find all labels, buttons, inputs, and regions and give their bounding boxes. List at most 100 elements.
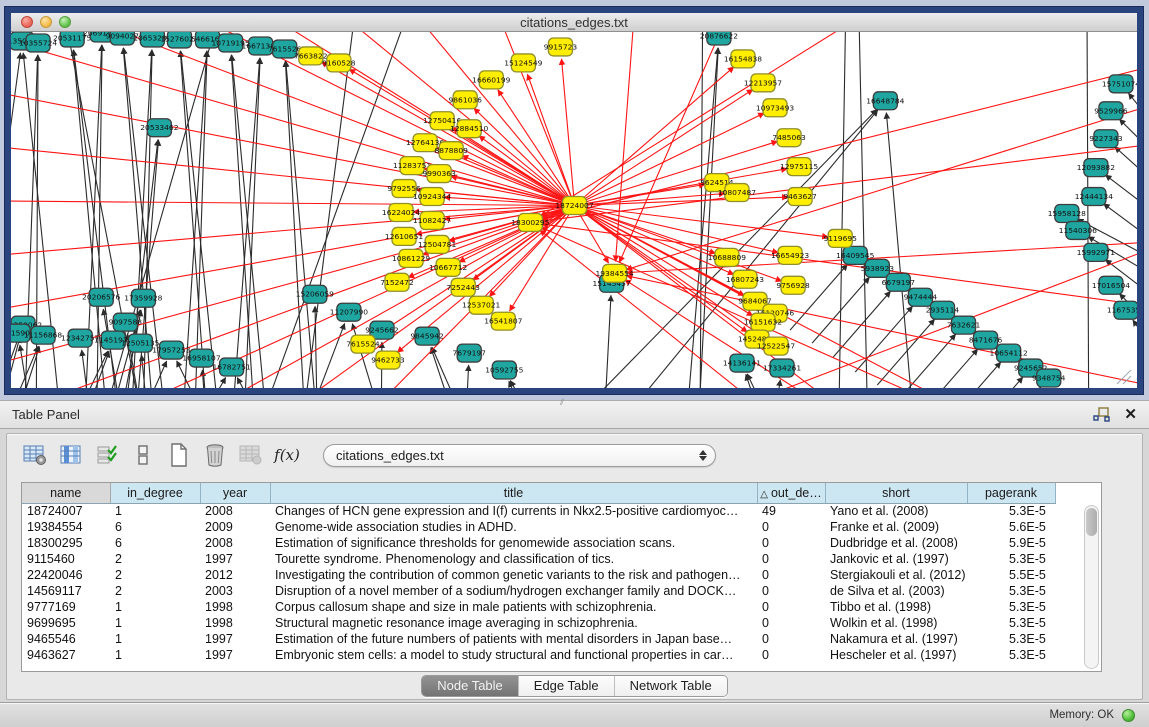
column-header-pagerank[interactable]: pagerank: [967, 483, 1055, 503]
table-cell[interactable]: 5.3E-5: [967, 503, 1055, 519]
table-cell[interactable]: Changes of HCN gene expression and I(f) …: [270, 503, 757, 519]
graph-node[interactable]: 11675350: [1107, 301, 1137, 319]
zoom-window-button[interactable]: [59, 16, 71, 28]
table-cell[interactable]: 0: [757, 519, 825, 535]
table-cell[interactable]: 2: [110, 583, 200, 599]
network-window-titlebar[interactable]: citations_edges.txt: [11, 13, 1137, 32]
table-scrollbar-thumb[interactable]: [1086, 508, 1097, 536]
graph-node[interactable]: 15958128: [1048, 205, 1086, 223]
graph-node[interactable]: 7252443: [446, 278, 480, 296]
table-cell[interactable]: 22420046: [22, 567, 110, 583]
network-window[interactable]: citations_edges.txt 11350061103557242053…: [5, 7, 1143, 394]
column-header-year[interactable]: year: [200, 483, 270, 503]
graph-node[interactable]: 12444134: [1075, 188, 1113, 206]
table-cell[interactable]: 0: [757, 647, 825, 663]
graph-node[interactable]: 16154838: [724, 50, 762, 68]
tab-network-table[interactable]: Network Table: [614, 676, 727, 696]
table-cell[interactable]: 2008: [200, 503, 270, 519]
table-cell[interactable]: Estimation of the future numbers of pati…: [270, 631, 757, 647]
table-cell[interactable]: 1998: [200, 599, 270, 615]
resize-grip-icon[interactable]: [1117, 370, 1131, 384]
graph-node[interactable]: 8878809: [434, 142, 468, 160]
table-row[interactable]: 969969511998Structural magnetic resonanc…: [22, 615, 1055, 631]
table-cell[interactable]: 0: [757, 631, 825, 647]
graph-node[interactable]: 7152472: [380, 273, 414, 291]
table-cell[interactable]: Structural magnetic resonance image aver…: [270, 615, 757, 631]
close-window-button[interactable]: [21, 16, 33, 28]
table-cell[interactable]: 1997: [200, 647, 270, 663]
table-cell[interactable]: 1: [110, 647, 200, 663]
table-row[interactable]: 1872400712008Changes of HCN gene express…: [22, 503, 1055, 519]
table-cell[interactable]: 1998: [200, 615, 270, 631]
graph-node[interactable]: 12093882: [1077, 159, 1115, 177]
function-builder-icon[interactable]: f(x): [271, 440, 303, 470]
graph-node[interactable]: 11540306: [1059, 221, 1097, 239]
table-cell[interactable]: 1997: [200, 631, 270, 647]
table-cell[interactable]: 1: [110, 503, 200, 519]
table-cell[interactable]: 6: [110, 519, 200, 535]
table-cell[interactable]: Investigating the contribution of common…: [270, 567, 757, 583]
table-scrollbar[interactable]: [1084, 505, 1099, 669]
table-cell[interactable]: 2012: [200, 567, 270, 583]
graph-node[interactable]: 17016504: [1092, 276, 1130, 294]
table-row[interactable]: 1456911722003Disruption of a novel membe…: [22, 583, 1055, 599]
graph-node[interactable]: 9119695: [823, 229, 857, 247]
graph-node[interactable]: 16541807: [484, 312, 522, 330]
graph-node[interactable]: 12975115: [780, 158, 818, 176]
table-cell[interactable]: 9777169: [22, 599, 110, 615]
table-cell[interactable]: Disruption of a novel member of a sodium…: [270, 583, 757, 599]
table-cell[interactable]: Estimation of significance thresholds fo…: [270, 535, 757, 551]
table-cell[interactable]: 2008: [200, 535, 270, 551]
column-header-in_degree[interactable]: in_degree: [110, 483, 200, 503]
column-header-name[interactable]: name: [22, 483, 110, 503]
table-cell[interactable]: Tourette syndrome. Phenomenology and cla…: [270, 551, 757, 567]
table-cell[interactable]: 5.3E-5: [967, 647, 1055, 663]
table-cell[interactable]: 5.3E-5: [967, 631, 1055, 647]
table-cell[interactable]: 49: [757, 503, 825, 519]
table-row[interactable]: 1830029562008Estimation of significance …: [22, 535, 1055, 551]
table-cell[interactable]: 5.3E-5: [967, 551, 1055, 567]
graph-node[interactable]: 10861229: [392, 249, 430, 267]
table-cell[interactable]: Corpus callosum shape and size in male p…: [270, 599, 757, 615]
graph-node[interactable]: 10592755: [485, 361, 523, 379]
column-header-short[interactable]: short: [825, 483, 967, 503]
table-cell[interactable]: 2003: [200, 583, 270, 599]
graph-node[interactable]: 9097588: [109, 313, 143, 331]
graph-node[interactable]: 15206059: [296, 285, 334, 303]
table-row[interactable]: 977716911998Corpus callosum shape and si…: [22, 599, 1055, 615]
table-cell[interactable]: de Silva et al. (2003): [825, 583, 967, 599]
graph-node[interactable]: 9529966: [1094, 102, 1128, 120]
table-cell[interactable]: 14569117: [22, 583, 110, 599]
table-row[interactable]: 946554611997Estimation of the future num…: [22, 631, 1055, 647]
table-options-icon[interactable]: [19, 440, 51, 470]
graph-node[interactable]: 9845942: [410, 327, 444, 345]
table-cell[interactable]: Franke et al. (2009): [825, 519, 967, 535]
table-cell[interactable]: Hescheler et al. (1997): [825, 647, 967, 663]
graph-node[interactable]: 9915723: [544, 38, 578, 56]
show-rows-icon[interactable]: [127, 440, 159, 470]
table-cell[interactable]: 18724007: [22, 503, 110, 519]
table-row[interactable]: 2242004622012Investigating the contribut…: [22, 567, 1055, 583]
show-columns-icon[interactable]: [55, 440, 87, 470]
graph-node[interactable]: 9160528: [322, 54, 356, 72]
new-table-icon[interactable]: [163, 440, 195, 470]
table-cell[interactable]: 1997: [200, 551, 270, 567]
tab-node-table[interactable]: Node Table: [422, 676, 518, 696]
graph-node[interactable]: 12213957: [744, 74, 782, 92]
table-row[interactable]: 946362711997Embryonic stem cells: a mode…: [22, 647, 1055, 663]
graph-node[interactable]: 15124549: [504, 54, 542, 72]
table-cell[interactable]: Nakamura et al. (1997): [825, 631, 967, 647]
table-cell[interactable]: 18300295: [22, 535, 110, 551]
table-cell[interactable]: 1: [110, 599, 200, 615]
column-header-out_de[interactable]: △out_de…: [757, 483, 825, 503]
table-cell[interactable]: 6: [110, 535, 200, 551]
table-cell[interactable]: 2009: [200, 519, 270, 535]
graph-node[interactable]: 9462733: [371, 351, 405, 369]
table-cell[interactable]: Yano et al. (2008): [825, 503, 967, 519]
table-cell[interactable]: 5.3E-5: [967, 615, 1055, 631]
graph-node[interactable]: 9861036: [448, 91, 482, 109]
graph-node[interactable]: 9990363: [422, 165, 456, 183]
graph-node[interactable]: 14136141: [723, 354, 761, 372]
delete-table-icon[interactable]: [199, 440, 231, 470]
graph-node[interactable]: 7485063: [772, 129, 806, 147]
